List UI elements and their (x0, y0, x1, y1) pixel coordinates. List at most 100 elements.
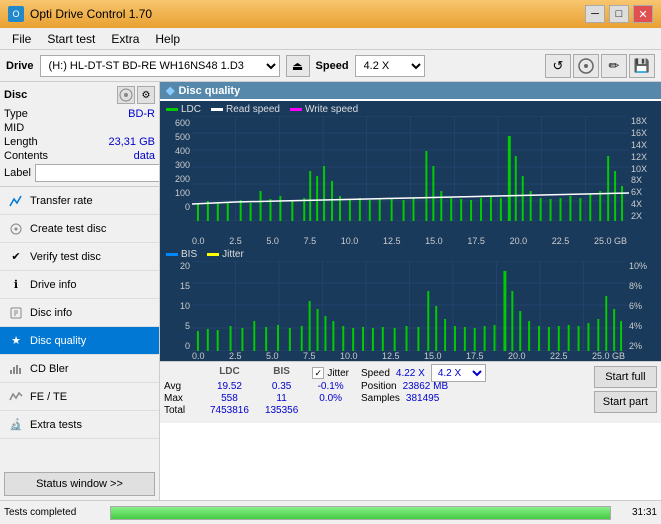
save-button[interactable]: 💾 (629, 54, 655, 78)
app-title: Opti Drive Control 1.70 (30, 7, 152, 21)
ldc-max: 558 (221, 393, 238, 404)
progress-time: 31:31 (617, 507, 657, 518)
minimize-button[interactable]: ─ (585, 5, 605, 23)
disc-icon-2[interactable]: ⚙ (137, 86, 155, 104)
sidebar-item-drive-info[interactable]: ℹ Drive info (0, 271, 159, 299)
jitter-max: 0.0% (312, 393, 349, 404)
disc-label-input[interactable] (35, 164, 160, 182)
mid-label: MID (4, 122, 24, 134)
bis-total: 135356 (265, 405, 298, 416)
jitter-avg: -0.1% (312, 381, 349, 392)
start-part-button[interactable]: Start part (594, 391, 657, 413)
contents-value: data (134, 150, 155, 162)
menu-bar: File Start test Extra Help (0, 28, 661, 50)
progress-area: Tests completed 31:31 (0, 500, 661, 524)
sidebar-item-fe-te[interactable]: FE / TE (0, 383, 159, 411)
jitter-total (312, 405, 349, 419)
ldc-legend: LDC (166, 104, 201, 115)
sidebar-item-disc-info[interactable]: Disc info (0, 299, 159, 327)
verify-test-disc-label: Verify test disc (30, 251, 101, 263)
length-value: 23,31 GB (109, 136, 155, 148)
menu-extra[interactable]: Extra (103, 30, 147, 48)
create-test-disc-label: Create test disc (30, 223, 106, 235)
jitter-checkbox[interactable]: ✓ (312, 367, 324, 379)
disc-label-label: Label (4, 167, 31, 179)
sidebar-item-cd-bler[interactable]: CD Bler (0, 355, 159, 383)
bis-legend: BIS (166, 249, 197, 260)
menu-help[interactable]: Help (147, 30, 188, 48)
sidebar-item-create-test-disc[interactable]: Create test disc (0, 215, 159, 243)
bis-max: 11 (276, 393, 286, 404)
position-value: 23862 MB (403, 381, 449, 392)
disc-section: Disc ⚙ Type BD-R MID (0, 82, 159, 187)
transfer-rate-icon (8, 193, 24, 209)
ldc-header: LDC (219, 366, 240, 380)
disc-button[interactable] (573, 54, 599, 78)
app-icon: O (8, 6, 24, 22)
speed-stat-label: Speed (361, 368, 390, 379)
title-bar: O Opti Drive Control 1.70 ─ □ ✕ (0, 0, 661, 28)
sidebar-item-disc-quality[interactable]: ★ Disc quality (0, 327, 159, 355)
maximize-button[interactable]: □ (609, 5, 629, 23)
chart-header-icon: ◆ (166, 84, 174, 97)
disc-quality-icon: ★ (8, 333, 24, 349)
position-label: Position (361, 381, 397, 392)
speed-label: Speed (316, 60, 349, 72)
fe-te-icon (8, 389, 24, 405)
contents-label: Contents (4, 150, 48, 162)
drive-info-icon: ℹ (8, 277, 24, 293)
sidebar-item-verify-test-disc[interactable]: ✔ Verify test disc (0, 243, 159, 271)
progress-bar-fill (111, 507, 610, 519)
cd-bler-label: CD Bler (30, 363, 69, 375)
write-speed-legend: Write speed (290, 104, 358, 115)
action-buttons: Start full Start part (594, 366, 657, 413)
lower-chart (192, 261, 627, 351)
upper-legend: LDC Read speed Write speed (164, 103, 657, 116)
total-label: Total (164, 405, 194, 416)
bis-header: BIS (273, 366, 290, 380)
refresh-button[interactable]: ↺ (545, 54, 571, 78)
start-full-button[interactable]: Start full (594, 366, 657, 388)
speed-dropdown[interactable]: 4.2 X (431, 364, 486, 382)
menu-start-test[interactable]: Start test (39, 30, 103, 48)
lower-x-axis: 0.0 2.5 5.0 7.5 10.0 12.5 15.0 17.5 20.0… (164, 351, 657, 361)
jitter-label: Jitter (327, 368, 349, 379)
progress-bar-container (110, 506, 611, 520)
progress-label: Tests completed (4, 507, 104, 518)
stats-area: Avg Max Total LDC 19.52 558 7453816 BIS (160, 361, 661, 423)
drive-label: Drive (6, 60, 34, 72)
extra-tests-label: Extra tests (30, 419, 82, 431)
left-panel: Disc ⚙ Type BD-R MID (0, 82, 160, 500)
avg-label: Avg (164, 381, 194, 392)
upper-chart (192, 116, 629, 236)
eject-button[interactable]: ⏏ (286, 55, 310, 77)
right-panel: ◆ Disc quality LDC Read speed Write spee… (160, 82, 661, 500)
cd-bler-icon (8, 361, 24, 377)
edit-button[interactable]: ✏ (601, 54, 627, 78)
bis-avg: 0.35 (272, 381, 291, 392)
sidebar-item-extra-tests[interactable]: 🔬 Extra tests (0, 411, 159, 439)
ldc-total: 7453816 (210, 405, 249, 416)
menu-file[interactable]: File (4, 30, 39, 48)
fe-te-label: FE / TE (30, 391, 67, 403)
verify-test-disc-icon: ✔ (8, 249, 24, 265)
drive-select[interactable]: (H:) HL-DT-ST BD-RE WH16NS48 1.D3 (40, 55, 280, 77)
disc-quality-label: Disc quality (30, 335, 86, 347)
status-window-button[interactable]: Status window >> (4, 472, 155, 496)
create-test-disc-icon (8, 221, 24, 237)
speed-select[interactable]: 4.2 X (355, 55, 425, 77)
lower-legend: BIS Jitter (164, 248, 657, 261)
read-speed-legend: Read speed (211, 104, 280, 115)
drive-bar: Drive (H:) HL-DT-ST BD-RE WH16NS48 1.D3 … (0, 50, 661, 82)
disc-title: Disc (4, 89, 27, 101)
type-label: Type (4, 108, 28, 120)
close-button[interactable]: ✕ (633, 5, 653, 23)
disc-info-label: Disc info (30, 307, 72, 319)
samples-value: 381495 (406, 393, 439, 404)
length-label: Length (4, 136, 38, 148)
ldc-avg: 19.52 (217, 381, 242, 392)
transfer-rate-label: Transfer rate (30, 195, 93, 207)
disc-info-icon (8, 305, 24, 321)
disc-icon-1[interactable] (117, 86, 135, 104)
sidebar-item-transfer-rate[interactable]: Transfer rate (0, 187, 159, 215)
